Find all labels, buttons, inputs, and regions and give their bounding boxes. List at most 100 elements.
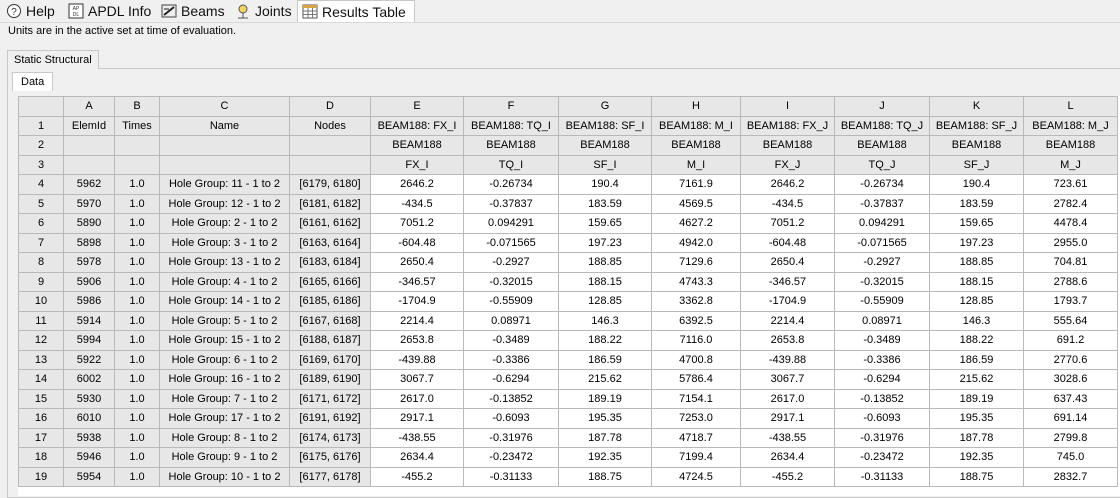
- table-cell[interactable]: 2653.8: [370, 330, 464, 351]
- table-cell[interactable]: 189.19: [929, 388, 1024, 409]
- table-cell[interactable]: 188.85: [558, 252, 652, 273]
- table-cell[interactable]: 5786.4: [651, 369, 741, 390]
- header-cell[interactable]: SF_I: [558, 154, 652, 175]
- header-cell[interactable]: SF_J: [929, 154, 1024, 175]
- table-cell[interactable]: [6161, 6162]: [289, 213, 371, 234]
- header-cell[interactable]: BEAM188: TQ_J: [834, 115, 930, 136]
- table-cell[interactable]: -0.37837: [463, 193, 559, 214]
- table-cell[interactable]: 2788.6: [1023, 271, 1118, 292]
- table-cell[interactable]: 188.75: [558, 466, 652, 487]
- table-cell[interactable]: 188.15: [929, 271, 1024, 292]
- table-cell[interactable]: -438.55: [370, 427, 464, 448]
- table-cell[interactable]: 4569.5: [651, 193, 741, 214]
- table-cell[interactable]: 5906: [63, 271, 115, 292]
- table-cell[interactable]: 2955.0: [1023, 232, 1118, 253]
- column-header-f[interactable]: F: [463, 96, 559, 117]
- table-cell[interactable]: 2799.8: [1023, 427, 1118, 448]
- table-cell[interactable]: 197.23: [558, 232, 652, 253]
- table-cell[interactable]: 4942.0: [651, 232, 741, 253]
- table-cell[interactable]: 691.2: [1023, 330, 1118, 351]
- table-cell[interactable]: 1.0: [114, 369, 160, 390]
- table-cell[interactable]: -0.55909: [834, 291, 930, 312]
- table-cell[interactable]: -1704.9: [740, 291, 835, 312]
- table-cell[interactable]: 555.64: [1023, 310, 1118, 331]
- table-cell[interactable]: Hole Group: 13 - 1 to 2: [159, 252, 290, 273]
- table-cell[interactable]: 2634.4: [740, 447, 835, 468]
- table-cell[interactable]: 192.35: [929, 447, 1024, 468]
- header-cell[interactable]: Name: [159, 115, 290, 136]
- header-cell[interactable]: ElemId: [63, 115, 115, 136]
- table-cell[interactable]: -0.23472: [834, 447, 930, 468]
- row-number[interactable]: 16: [18, 408, 64, 429]
- tab-results-table[interactable]: Results Table: [297, 0, 415, 22]
- table-cell[interactable]: -0.26734: [834, 174, 930, 195]
- table-cell[interactable]: 195.35: [558, 408, 652, 429]
- header-cell[interactable]: TQ_I: [463, 154, 559, 175]
- table-cell[interactable]: [6167, 6168]: [289, 310, 371, 331]
- table-cell[interactable]: -0.31133: [834, 466, 930, 487]
- table-cell[interactable]: 188.15: [558, 271, 652, 292]
- table-cell[interactable]: 2214.4: [740, 310, 835, 331]
- tab-data[interactable]: Data: [12, 72, 54, 91]
- table-cell[interactable]: -0.2927: [834, 252, 930, 273]
- table-cell[interactable]: -0.31133: [463, 466, 559, 487]
- table-cell[interactable]: 2782.4: [1023, 193, 1118, 214]
- table-cell[interactable]: 2653.8: [740, 330, 835, 351]
- table-cell[interactable]: -434.5: [740, 193, 835, 214]
- table-cell[interactable]: -0.13852: [834, 388, 930, 409]
- row-number[interactable]: 12: [18, 330, 64, 351]
- column-header-d[interactable]: D: [289, 96, 371, 117]
- table-cell[interactable]: 1.0: [114, 193, 160, 214]
- table-cell[interactable]: -0.2927: [463, 252, 559, 273]
- table-cell[interactable]: 2214.4: [370, 310, 464, 331]
- table-cell[interactable]: 7199.4: [651, 447, 741, 468]
- table-cell[interactable]: -434.5: [370, 193, 464, 214]
- table-cell[interactable]: Hole Group: 15 - 1 to 2: [159, 330, 290, 351]
- header-cell[interactable]: BEAM188: SF_I: [558, 115, 652, 136]
- table-cell[interactable]: 128.85: [929, 291, 1024, 312]
- table-cell[interactable]: 7154.1: [651, 388, 741, 409]
- row-number[interactable]: 11: [18, 310, 64, 331]
- column-header-l[interactable]: L: [1023, 96, 1118, 117]
- table-cell[interactable]: 5914: [63, 310, 115, 331]
- table-cell[interactable]: 2617.0: [370, 388, 464, 409]
- table-cell[interactable]: 187.78: [558, 427, 652, 448]
- table-cell[interactable]: 2917.1: [740, 408, 835, 429]
- header-cell[interactable]: BEAM188: M_J: [1023, 115, 1118, 136]
- table-cell[interactable]: 637.43: [1023, 388, 1118, 409]
- table-cell[interactable]: Hole Group: 8 - 1 to 2: [159, 427, 290, 448]
- table-cell[interactable]: -0.31976: [834, 427, 930, 448]
- table-cell[interactable]: 0.08971: [834, 310, 930, 331]
- table-cell[interactable]: 2770.6: [1023, 349, 1118, 370]
- header-cell[interactable]: [289, 154, 371, 175]
- table-cell[interactable]: [6177, 6178]: [289, 466, 371, 487]
- table-cell[interactable]: -0.32015: [463, 271, 559, 292]
- table-cell[interactable]: 2832.7: [1023, 466, 1118, 487]
- table-cell[interactable]: 5970: [63, 193, 115, 214]
- table-cell[interactable]: Hole Group: 5 - 1 to 2: [159, 310, 290, 331]
- header-cell[interactable]: M_J: [1023, 154, 1118, 175]
- table-cell[interactable]: [6183, 6184]: [289, 252, 371, 273]
- table-cell[interactable]: 7129.6: [651, 252, 741, 273]
- row-number[interactable]: 15: [18, 388, 64, 409]
- header-cell[interactable]: [63, 154, 115, 175]
- table-cell[interactable]: -346.57: [740, 271, 835, 292]
- row-number[interactable]: 7: [18, 232, 64, 253]
- row-number[interactable]: 13: [18, 349, 64, 370]
- row-number[interactable]: 18: [18, 447, 64, 468]
- column-header-h[interactable]: H: [651, 96, 741, 117]
- table-cell[interactable]: Hole Group: 14 - 1 to 2: [159, 291, 290, 312]
- header-cell[interactable]: [289, 135, 371, 156]
- table-cell[interactable]: -0.23472: [463, 447, 559, 468]
- row-number[interactable]: 19: [18, 466, 64, 487]
- table-cell[interactable]: [6174, 6173]: [289, 427, 371, 448]
- table-cell[interactable]: 7161.9: [651, 174, 741, 195]
- table-cell[interactable]: 5930: [63, 388, 115, 409]
- table-cell[interactable]: [6185, 6186]: [289, 291, 371, 312]
- header-cell[interactable]: BEAM188: SF_J: [929, 115, 1024, 136]
- table-cell[interactable]: 128.85: [558, 291, 652, 312]
- table-cell[interactable]: 192.35: [558, 447, 652, 468]
- table-cell[interactable]: [6171, 6172]: [289, 388, 371, 409]
- table-cell[interactable]: [6191, 6192]: [289, 408, 371, 429]
- header-cell[interactable]: [63, 135, 115, 156]
